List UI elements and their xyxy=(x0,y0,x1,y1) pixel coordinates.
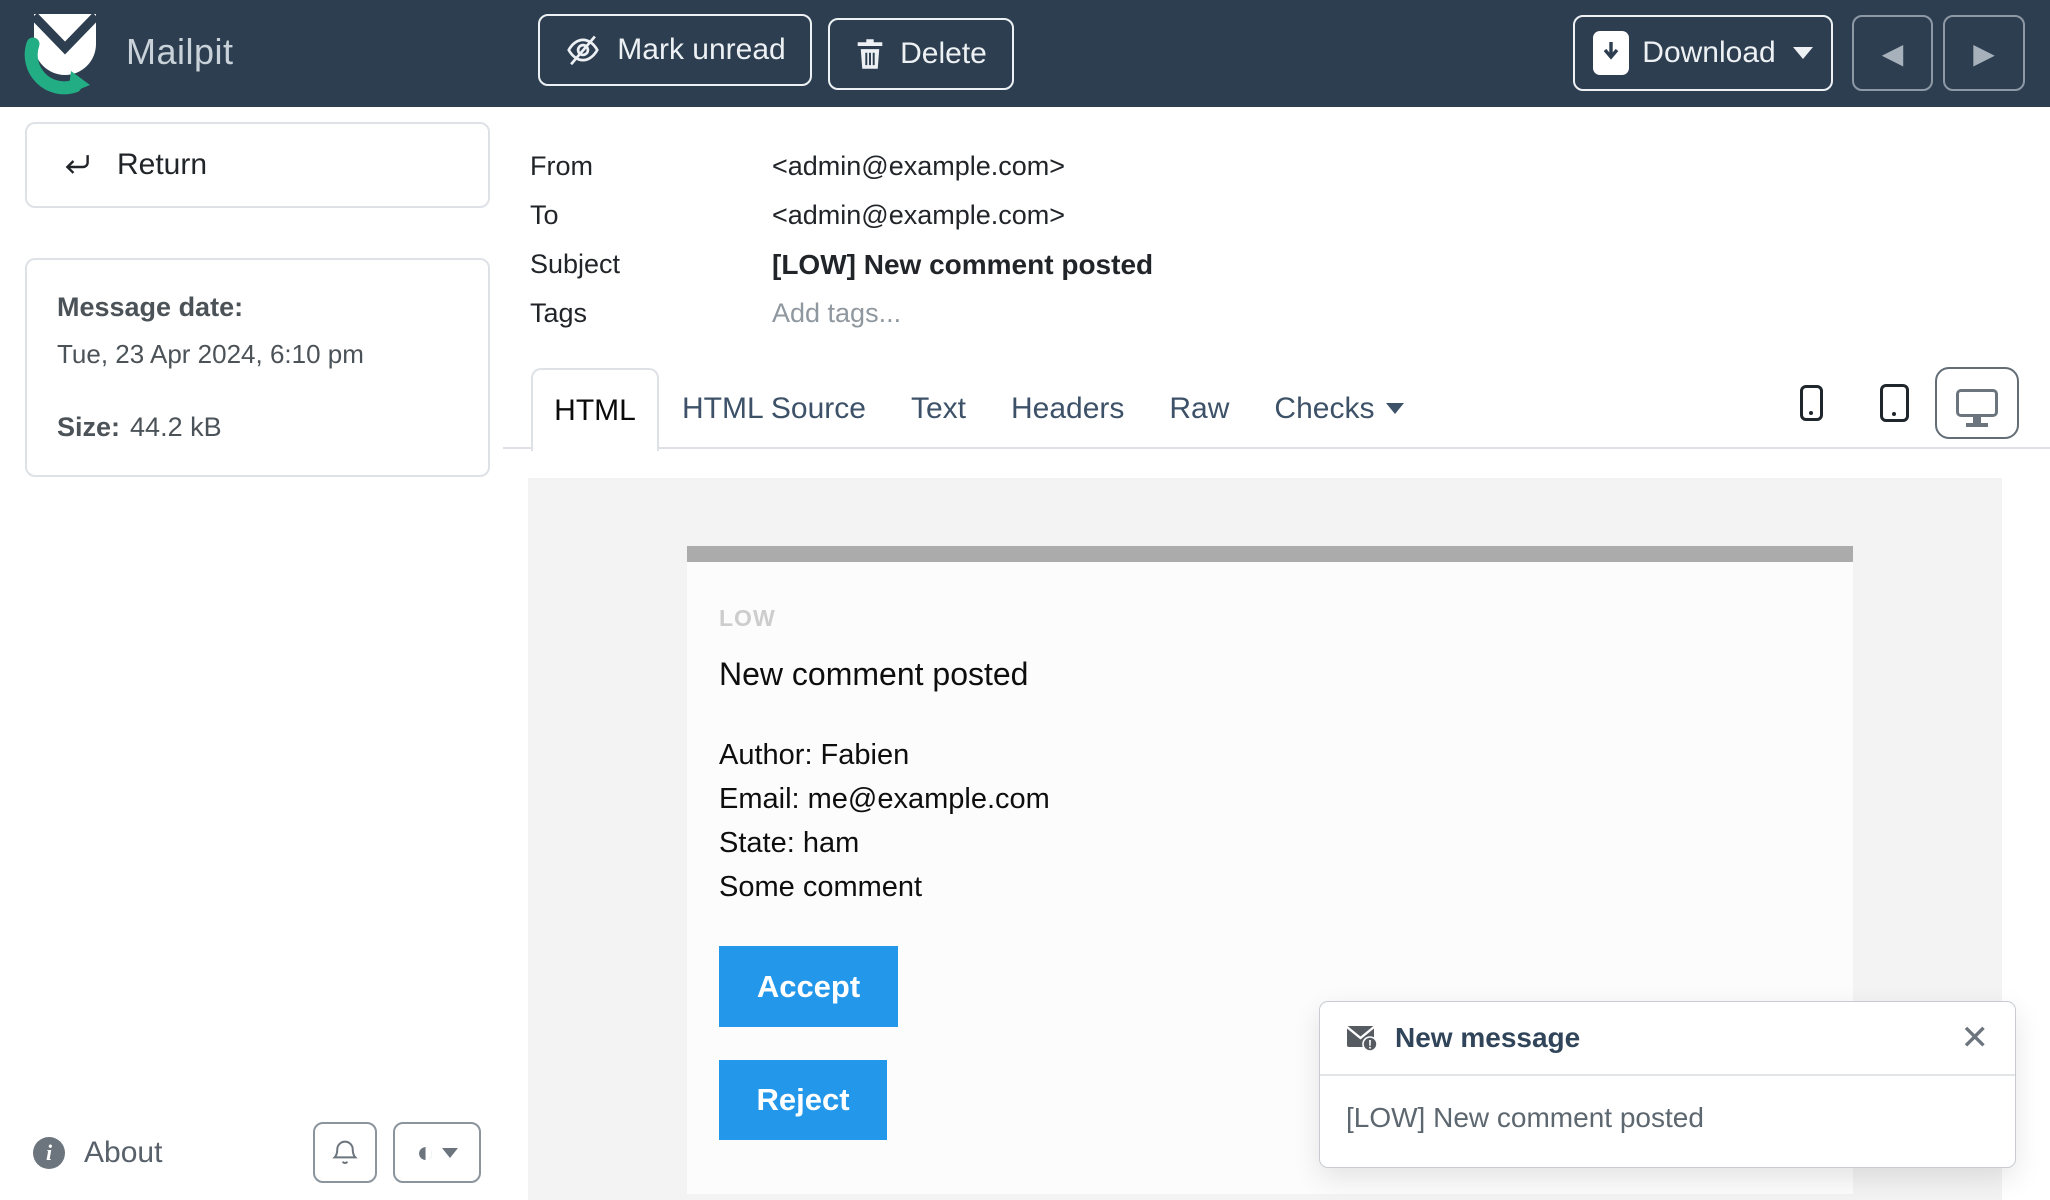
tab-headers[interactable]: Headers xyxy=(1011,392,1124,426)
envelope-exclamation-icon: ! xyxy=(1346,1025,1378,1052)
brand-name: Mailpit xyxy=(126,31,234,73)
email-body-line: Email: me@example.com xyxy=(719,777,1813,821)
return-label: Return xyxy=(117,148,207,182)
bell-icon xyxy=(329,1137,361,1169)
tab-checks-label: Checks xyxy=(1274,392,1374,426)
to-label: To xyxy=(530,200,772,231)
preview-phone-button[interactable] xyxy=(1787,372,1835,434)
tablet-icon xyxy=(1880,384,1909,422)
tab-checks[interactable]: Checks xyxy=(1274,392,1404,426)
top-navbar: Mailpit Mark unread Delete Downl xyxy=(0,0,2050,107)
to-value: <admin@example.com> xyxy=(772,200,1065,231)
email-body: Author: Fabien Email: me@example.com Sta… xyxy=(719,733,1813,909)
about-link[interactable]: i About xyxy=(33,1122,162,1183)
chevron-down-icon xyxy=(1793,47,1813,59)
tab-html[interactable]: HTML xyxy=(531,368,659,451)
next-message-button[interactable]: ▶ xyxy=(1943,15,2025,91)
size-value: 44.2 kB xyxy=(130,412,222,442)
return-button[interactable]: Return xyxy=(25,122,490,208)
download-button[interactable]: Download xyxy=(1573,15,1833,91)
theme-contrast-icon: ◐ xyxy=(416,1138,434,1168)
subject-label: Subject xyxy=(530,249,772,280)
close-icon[interactable]: ✕ xyxy=(1961,1021,1990,1055)
toast-title: New message xyxy=(1395,1022,1944,1054)
reject-button[interactable]: Reject xyxy=(719,1060,887,1140)
from-value: <admin@example.com> xyxy=(772,151,1065,182)
to-row: To <admin@example.com> xyxy=(530,191,1153,240)
priority-badge: LOW xyxy=(719,605,1813,632)
subject-value: [LOW] New comment posted xyxy=(772,249,1153,281)
delete-button[interactable]: Delete xyxy=(828,18,1014,90)
message-date-value: Tue, 23 Apr 2024, 6:10 pm xyxy=(57,339,458,370)
toast-header: ! New message ✕ xyxy=(1320,1002,2015,1076)
mark-unread-button[interactable]: Mark unread xyxy=(538,14,812,86)
tags-label: Tags xyxy=(530,298,772,329)
delete-label: Delete xyxy=(900,37,987,71)
notifications-button[interactable] xyxy=(313,1122,377,1183)
eye-slash-icon xyxy=(564,31,602,69)
from-label: From xyxy=(530,151,772,182)
message-info-card: Message date: Tue, 23 Apr 2024, 6:10 pm … xyxy=(25,258,490,477)
previous-message-button[interactable]: ◀ xyxy=(1852,15,1933,91)
phone-icon xyxy=(1800,385,1823,421)
message-date-label: Message date: xyxy=(57,292,458,323)
new-message-toast: ! New message ✕ [LOW] New comment posted xyxy=(1319,1001,2016,1168)
tab-html-source[interactable]: HTML Source xyxy=(682,392,866,426)
download-icon xyxy=(1593,31,1629,75)
message-headers: From <admin@example.com> To <admin@examp… xyxy=(530,142,1153,338)
about-label: About xyxy=(84,1136,162,1170)
email-body-line: Author: Fabien xyxy=(719,733,1813,777)
from-row: From <admin@example.com> xyxy=(530,142,1153,191)
chevron-down-icon xyxy=(1386,403,1404,414)
message-size: Size: 44.2 kB xyxy=(57,412,458,443)
email-top-bar xyxy=(687,546,1853,562)
trash-icon xyxy=(855,38,885,70)
tags-input[interactable]: Add tags... xyxy=(772,298,901,329)
accept-button[interactable]: Accept xyxy=(719,946,898,1027)
theme-toggle-button[interactable]: ◐ xyxy=(393,1122,481,1183)
download-label: Download xyxy=(1642,36,1775,70)
mark-unread-label: Mark unread xyxy=(617,33,785,67)
arrow-left-icon: ◀ xyxy=(1882,37,1904,70)
arrow-right-icon: ▶ xyxy=(1973,37,1995,70)
email-body-line: State: ham xyxy=(719,821,1813,865)
email-body-line: Some comment xyxy=(719,865,1813,909)
email-heading: New comment posted xyxy=(719,656,1813,693)
tags-row: Tags Add tags... xyxy=(530,289,1153,338)
tab-text[interactable]: Text xyxy=(911,392,966,426)
brand[interactable]: Mailpit xyxy=(24,8,234,96)
tab-raw[interactable]: Raw xyxy=(1169,392,1229,426)
return-arrow-icon xyxy=(59,148,95,182)
mailpit-logo-icon xyxy=(24,8,106,96)
toast-body: [LOW] New comment posted xyxy=(1320,1076,2015,1160)
desktop-monitor-icon xyxy=(1956,389,1998,417)
svg-text:!: ! xyxy=(1368,1037,1372,1051)
chevron-down-icon xyxy=(442,1148,458,1158)
size-label: Size: xyxy=(57,412,120,442)
preview-tablet-button[interactable] xyxy=(1868,370,1920,436)
subject-row: Subject [LOW] New comment posted xyxy=(530,240,1153,289)
preview-desktop-button[interactable] xyxy=(1935,367,2019,439)
info-icon: i xyxy=(33,1137,65,1169)
